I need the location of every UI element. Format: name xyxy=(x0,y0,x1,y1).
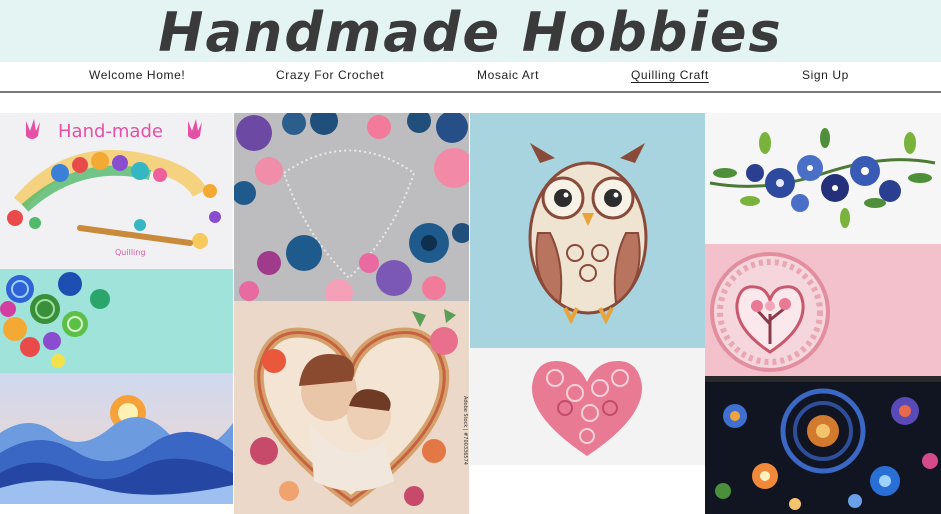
nav-sign-up[interactable]: Sign Up xyxy=(802,68,849,82)
stock-watermark: Adobe Stock | #700336574 xyxy=(462,396,468,465)
nav-divider xyxy=(0,91,941,93)
quilling-caption: Quilling xyxy=(115,248,145,257)
nav-mosaic-art[interactable]: Mosaic Art xyxy=(477,68,539,82)
blue-flowers-vine-image[interactable] xyxy=(705,113,941,244)
cosmic-swirls-image[interactable] xyxy=(705,376,941,514)
quilled-heart-image[interactable] xyxy=(470,348,705,465)
main-nav: Welcome Home! Crazy For Crochet Mosaic A… xyxy=(0,62,941,92)
ocean-sunset-waves-image[interactable] xyxy=(0,373,233,504)
paper-roses-frame-image[interactable] xyxy=(234,113,469,301)
mother-child-heart-image[interactable]: Adobe Stock | #700336574 xyxy=(234,301,469,514)
nav-welcome-home[interactable]: Welcome Home! xyxy=(89,68,185,82)
handmade-caption: Hand-made xyxy=(58,121,163,142)
nav-quilling-craft[interactable]: Quilling Craft xyxy=(631,68,709,82)
nav-crazy-for-crochet[interactable]: Crazy For Crochet xyxy=(276,68,384,82)
site-title: Handmade Hobbies xyxy=(158,1,783,64)
handmade-quilling-tools-image[interactable]: Hand-made Quilling xyxy=(0,113,233,269)
colorful-coils-image[interactable] xyxy=(0,269,233,373)
pink-tree-heart-circle-image[interactable] xyxy=(705,244,941,376)
quilled-owl-image[interactable] xyxy=(470,113,705,348)
